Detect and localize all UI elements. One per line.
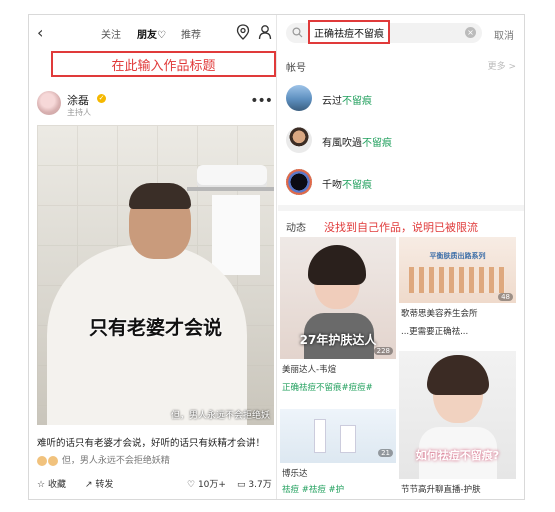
author-role: 主持人 xyxy=(67,108,91,117)
card-author: 博乐达 xyxy=(282,469,308,479)
card-overlay-text: 平衡肤质出路系列 xyxy=(429,252,486,260)
account-name: 云过不留痕 xyxy=(322,96,372,107)
card-thumbnail: 平衡肤质出路系列 48 xyxy=(399,237,516,303)
location-icon[interactable] xyxy=(236,24,250,40)
account-row[interactable]: 有風吹過不留痕 xyxy=(286,127,516,157)
product-bottle xyxy=(314,419,326,453)
comment-button[interactable]: ▭ 3.7万 xyxy=(237,477,272,490)
account-row[interactable]: 云过不留痕 xyxy=(286,85,516,115)
card-tags: 祛痘 #祛痘 #护 xyxy=(282,485,345,495)
tab-recommend[interactable]: 推荐 xyxy=(181,26,201,41)
card-tags: 正确祛痘不留痕#痘痘# xyxy=(282,383,373,393)
back-icon[interactable]: ‹ xyxy=(37,23,43,42)
section-divider xyxy=(278,205,524,211)
card-thumbnail: 如何祛痘不留痕? xyxy=(399,351,516,479)
user-icon[interactable] xyxy=(258,24,272,40)
feed-card[interactable]: 27年护肤达人 228 美丽达人-韦煊 正确祛痘不留痕#痘痘# xyxy=(280,237,396,407)
account-row[interactable]: 千吻不留痕 xyxy=(286,169,516,199)
top-bar: ‹ 关注 朋友♡ 推荐 xyxy=(29,15,277,51)
account-name: 有風吹過不留痕 xyxy=(322,138,392,149)
product-row xyxy=(409,267,505,293)
comment-text: 但，男人永远不会拒绝妖精 xyxy=(61,456,170,466)
share-button[interactable]: ↗ 转发 xyxy=(85,477,113,490)
hair-shape xyxy=(308,245,366,285)
card-thumbnail: 21 xyxy=(280,409,396,463)
emoji-icon xyxy=(48,455,58,466)
favorite-button[interactable]: ☆ 收藏 xyxy=(37,477,66,490)
post-description: 难听的话只有老婆才会说，好听的话只有妖精才会讲！ xyxy=(37,438,266,449)
like-count: 10万+ xyxy=(197,480,226,490)
post-panel: ‹ 关注 朋友♡ 推荐 在此输入作品标题 涂磊 ✓ 主持人 ••• 只有老婆才会… xyxy=(29,15,277,499)
hair-shape xyxy=(427,355,489,395)
card-author: 节节高升聊直播-护肤 xyxy=(401,485,481,495)
top-comment: 但，男人永远不会拒绝妖精 xyxy=(37,453,274,466)
share-label: 转发 xyxy=(95,480,114,490)
hanging-towel xyxy=(212,195,260,275)
limit-note: 没找到自己作品，说明已被限流 xyxy=(324,221,478,234)
card-author: 歌蒂思美容养生会所 xyxy=(401,309,478,319)
card-thumbnail: 27年护肤达人 228 xyxy=(280,237,396,359)
person-hair xyxy=(129,183,191,209)
emoji-icon xyxy=(37,455,47,466)
verified-icon: ✓ xyxy=(97,94,106,103)
more-accounts-link[interactable]: 更多 > xyxy=(488,59,516,72)
image-subcaption: 但，男人永远不会拒绝妖 xyxy=(170,411,270,421)
feed-card[interactable]: 平衡肤质出路系列 48 歌蒂思美容养生会所 ...更需要正确祛... xyxy=(399,237,516,347)
avatar xyxy=(286,85,312,111)
card-likes: 48 xyxy=(498,293,513,301)
card-overlay-text: 27年护肤达人 xyxy=(299,333,377,347)
cancel-button[interactable]: 取消 xyxy=(494,27,514,42)
more-options-icon[interactable]: ••• xyxy=(250,93,273,109)
card-likes: 228 xyxy=(373,347,393,355)
comment-count: 3.7万 xyxy=(248,480,272,490)
action-bar: ☆ 收藏 ↗ 转发 ♡ 10万+ ▭ 3.7万 xyxy=(37,477,277,493)
post-image[interactable]: 只有老婆才会说 但，男人永远不会拒绝妖 xyxy=(37,125,274,425)
card-likes: 21 xyxy=(378,449,393,457)
author-row: 涂磊 ✓ 主持人 ••• xyxy=(37,91,273,123)
accounts-heading: 帐号 xyxy=(286,63,306,74)
author-name[interactable]: 涂磊 xyxy=(67,92,89,108)
avatar xyxy=(286,169,312,195)
search-icon xyxy=(292,27,303,38)
tab-friends[interactable]: 朋友♡ xyxy=(137,26,166,41)
card-description: ...更需要正确祛... xyxy=(401,327,469,337)
search-bar[interactable]: 正确祛痘不留痕 × xyxy=(286,20,482,44)
card-author: 美丽达人-韦煊 xyxy=(282,365,337,375)
favorite-label: 收藏 xyxy=(47,480,66,490)
search-results-panel: 正确祛痘不留痕 × 取消 帐号 更多 > 云过不留痕 有風吹過不留痕 千吻不留痕… xyxy=(278,15,524,499)
card-overlay-text: 如何祛痘不留痕? xyxy=(415,449,500,462)
screenshot-frame: ‹ 关注 朋友♡ 推荐 在此输入作品标题 涂磊 ✓ 主持人 ••• 只有老婆才会… xyxy=(28,14,525,500)
search-input[interactable]: 正确祛痘不留痕 xyxy=(308,20,390,44)
account-name: 千吻不留痕 xyxy=(322,180,372,191)
avatar xyxy=(286,127,312,153)
feed-card[interactable]: 如何祛痘不留痕? 节节高升聊直播-护肤 xyxy=(399,351,516,499)
tab-following[interactable]: 关注 xyxy=(101,26,121,41)
towel xyxy=(197,165,267,189)
avatar[interactable] xyxy=(37,91,61,115)
clear-icon[interactable]: × xyxy=(465,27,476,38)
image-caption: 只有老婆才会说 xyxy=(88,317,222,339)
title-hint-box: 在此输入作品标题 xyxy=(51,51,276,77)
product-bottle xyxy=(340,425,356,453)
feed-card[interactable]: 21 博乐达 祛痘 #祛痘 #护 xyxy=(280,409,396,499)
towel-rail xyxy=(187,187,274,191)
like-button[interactable]: ♡ 10万+ xyxy=(187,477,226,490)
feed-heading: 动态 xyxy=(286,223,306,234)
